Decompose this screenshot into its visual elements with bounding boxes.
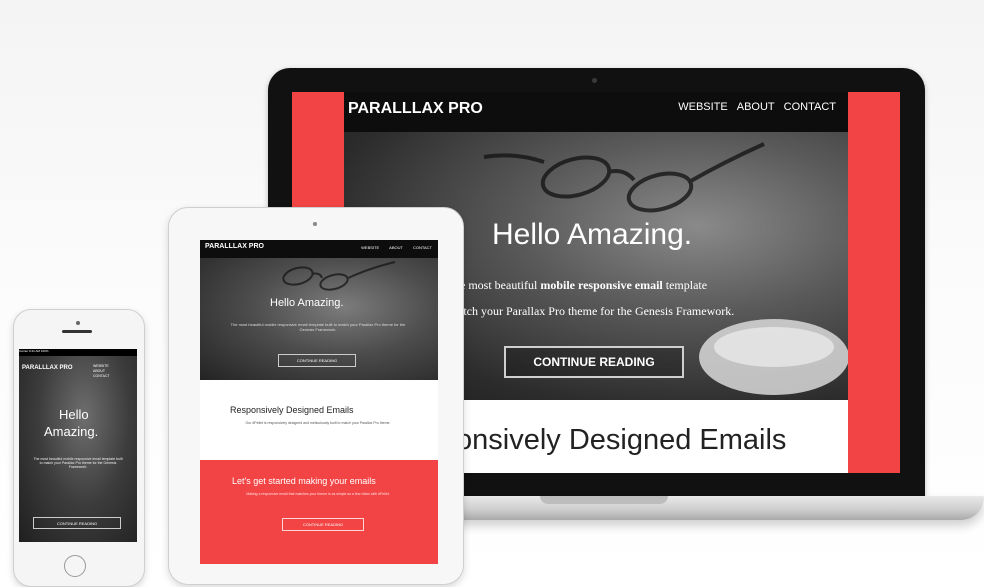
tablet-section-sub: Our #Pellet is responsively designed and… [245, 421, 391, 425]
laptop-brand-logo[interactable]: PARALLLAX PRO [348, 100, 483, 118]
phone-brand-logo[interactable]: PARALLLAX PRO [22, 365, 73, 371]
tablet-camera-icon [313, 222, 317, 226]
laptop-camera-icon [592, 78, 597, 83]
nav-link-website[interactable]: WEBSITE [678, 101, 728, 113]
tablet-nav-website[interactable]: WEBSITE [361, 245, 379, 250]
phone-speaker [62, 330, 92, 333]
continue-reading-button[interactable]: CONTINUE READING [504, 346, 684, 378]
phone-status-bar: Carrier 9:41 AM 100% [19, 349, 137, 356]
tablet-red-continue-button[interactable]: CONTINUE READING [282, 518, 364, 531]
laptop-notch [540, 496, 668, 504]
tablet-hero-sub: The most beautiful mobile responsive ema… [230, 322, 406, 332]
phone-nav-contact[interactable]: CONTACT [93, 374, 110, 379]
phone-camera-icon [76, 321, 80, 325]
phone-home-button[interactable] [64, 555, 86, 577]
tablet-nav-links: WEBSITE ABOUT CONTACT [361, 245, 432, 250]
tablet-hero-title: Hello Amazing. [270, 297, 344, 309]
tablet-nav-contact[interactable]: CONTACT [413, 245, 432, 250]
nav-link-contact[interactable]: CONTACT [784, 101, 836, 113]
tablet-screen: PARALLLAX PRO WEBSITE ABOUT CONTACT Hell… [200, 240, 438, 564]
phone-nav-links: WEBSITE ABOUT CONTACT [93, 364, 110, 379]
laptop-hero-line1: he most beautiful mobile responsive emai… [454, 278, 708, 292]
nav-link-about[interactable]: ABOUT [737, 101, 775, 113]
tablet-red-sub: Making a responsive email that matches y… [246, 492, 390, 496]
laptop-hero-line2: atch your Parallax Pro theme for the Gen… [458, 304, 735, 318]
phone-continue-reading-button[interactable]: CONTINUE READING [33, 517, 121, 529]
tablet-red-title: Let's get started making your emails [232, 476, 376, 486]
tablet-brand-logo[interactable]: PARALLLAX PRO [205, 243, 264, 250]
phone-hero-sub: The most beautiful mobile responsive ema… [33, 457, 123, 469]
phone-screen: Carrier 9:41 AM 100% PARALLLAX PRO WEBSI… [19, 349, 137, 542]
phone-hero-title-line1: Hello [59, 407, 89, 422]
tablet-continue-reading-button[interactable]: CONTINUE READING [278, 354, 356, 367]
tablet-section-title: Responsively Designed Emails [230, 405, 354, 415]
laptop-red-margin-right [848, 92, 900, 473]
laptop-hero-title: Hello Amazing. [492, 218, 693, 251]
laptop-section-title: onsively Designed Emails [456, 424, 787, 456]
laptop-nav-links: WEBSITE ABOUT CONTACT [678, 101, 836, 113]
phone-hero-title-line2: Amazing. [44, 424, 99, 439]
tablet-nav-about[interactable]: ABOUT [389, 245, 403, 250]
